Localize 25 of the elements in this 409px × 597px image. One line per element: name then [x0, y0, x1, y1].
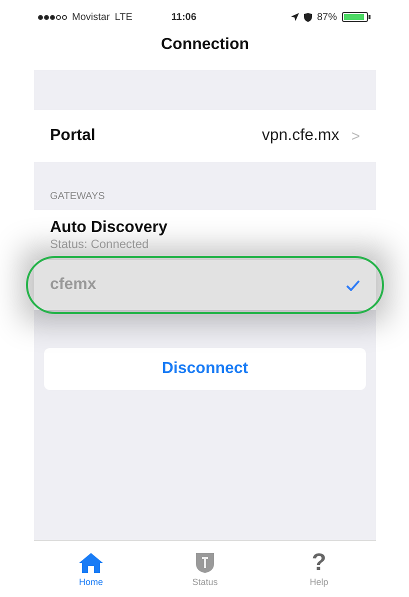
carrier-text: Movistar [72, 12, 110, 22]
gateway-status: Status: Connected [50, 237, 150, 251]
help-icon: ? [312, 552, 326, 574]
tab[interactable]: Status [148, 541, 262, 597]
location-arrow-icon [290, 13, 299, 21]
section-header: GATEWAYS [50, 191, 105, 202]
tab[interactable]: Home [34, 541, 148, 597]
chevron-icon: > [351, 128, 360, 144]
portal-value: vpn.cfe.mx [262, 127, 340, 145]
gateway-name: cfemx [50, 276, 96, 294]
portal-row[interactable]: Portal vpn.cfe.mx > [34, 110, 376, 162]
house-icon [78, 552, 104, 574]
signal-icon [38, 14, 67, 20]
gateway-row[interactable]: Auto Discovery Status: Connected [34, 210, 376, 260]
gateway-name: Auto Discovery [50, 219, 168, 237]
shield-icon [304, 12, 312, 22]
screen-title: Connection [161, 36, 249, 54]
disconnect-button[interactable]: Disconnect [44, 348, 366, 390]
battery-icon [342, 12, 372, 22]
clock-text: 11:06 [171, 12, 196, 22]
tab[interactable]: ? Help [262, 541, 376, 597]
battery-percent-text: 87% [316, 12, 337, 22]
network-text: LTE [114, 12, 132, 22]
portal-label: Portal [50, 127, 96, 145]
shield-icon [195, 552, 215, 574]
